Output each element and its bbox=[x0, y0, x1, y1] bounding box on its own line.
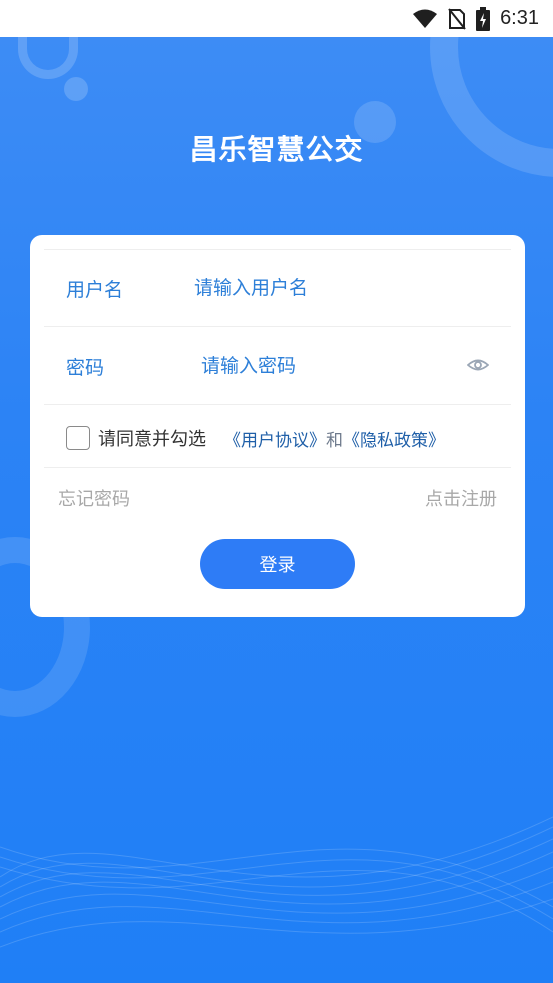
login-card: 用户名 密码 请同意并勾选 《用户协议》 和 《隐私政策》 忘记密码 点击注册 … bbox=[30, 235, 525, 617]
privacy-policy-link[interactable]: 《隐私政策》 bbox=[343, 426, 445, 451]
decor-waves bbox=[0, 816, 553, 948]
user-agreement-link[interactable]: 《用户协议》 bbox=[224, 426, 326, 451]
username-row: 用户名 bbox=[44, 250, 511, 326]
battery-charging-icon bbox=[476, 6, 491, 31]
password-row: 密码 bbox=[44, 328, 511, 404]
status-time: 6:31 bbox=[500, 7, 539, 29]
status-bar: 6:31 bbox=[0, 0, 553, 37]
no-sim-icon bbox=[448, 7, 466, 30]
password-label: 密码 bbox=[66, 356, 105, 379]
decor-ring bbox=[18, 37, 78, 79]
divider bbox=[44, 404, 511, 405]
agreement-checkbox[interactable] bbox=[66, 426, 90, 450]
divider bbox=[44, 467, 511, 468]
register-link[interactable]: 点击注册 bbox=[425, 485, 497, 511]
and-text: 和 bbox=[326, 430, 343, 451]
decor-dot bbox=[64, 77, 88, 101]
login-button[interactable]: 登录 bbox=[200, 539, 355, 589]
wifi-icon bbox=[412, 9, 438, 29]
username-input[interactable] bbox=[194, 277, 424, 299]
agreement-row: 请同意并勾选 《用户协议》 和 《隐私政策》 bbox=[66, 423, 445, 453]
agreement-text: 请同意并勾选 bbox=[98, 429, 206, 450]
username-label: 用户名 bbox=[66, 278, 124, 301]
divider bbox=[44, 326, 511, 327]
password-input[interactable] bbox=[201, 355, 431, 377]
app-title: 昌乐智慧公交 bbox=[189, 133, 364, 166]
eye-icon[interactable] bbox=[466, 356, 490, 374]
forgot-password-link[interactable]: 忘记密码 bbox=[58, 485, 130, 511]
